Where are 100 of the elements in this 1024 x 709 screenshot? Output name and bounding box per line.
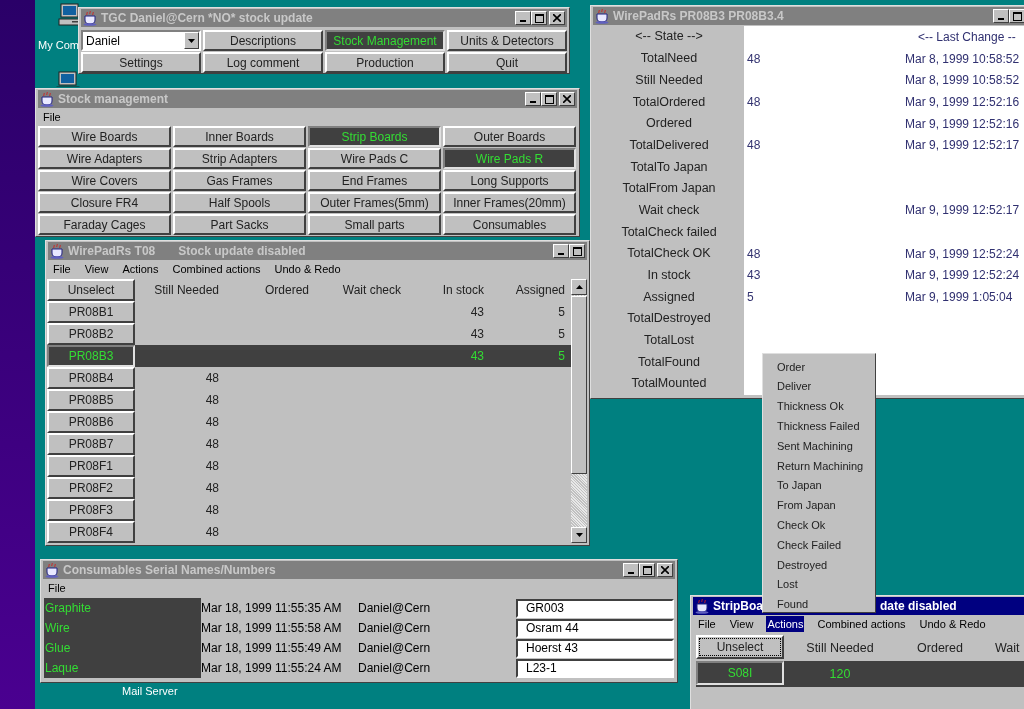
toolbar-button[interactable]: Closure FR4 — [38, 192, 171, 213]
toolbar-button[interactable]: Inner Boards — [173, 126, 306, 147]
toolbar-button[interactable]: Wire Pads C — [308, 148, 441, 169]
toolbar-button[interactable]: Faraday Cages — [38, 214, 171, 235]
toolbar-button[interactable]: Long Supports — [443, 170, 576, 191]
menu-item[interactable]: Actions — [121, 260, 160, 278]
menu-item[interactable]: Sent Machining — [763, 436, 875, 456]
dropdown-button[interactable] — [184, 32, 199, 49]
toolbar-button[interactable]: Production — [325, 52, 445, 73]
selected-row[interactable]: PR08B3 43 5 — [47, 345, 571, 367]
unselect-button[interactable]: Unselect — [47, 279, 135, 301]
row-button[interactable]: PR08B1 — [47, 301, 135, 323]
minimize-button[interactable] — [553, 244, 569, 258]
maximize-button[interactable] — [531, 11, 547, 25]
menu-item[interactable]: Combined actions — [816, 615, 907, 633]
toolbar-button[interactable]: Strip Boards — [308, 126, 441, 147]
row-button[interactable]: S08I — [696, 661, 784, 685]
toolbar-button[interactable]: Quit — [447, 52, 567, 73]
minimize-button[interactable] — [525, 92, 541, 106]
close-button[interactable] — [657, 563, 673, 577]
toolbar-button[interactable]: End Frames — [308, 170, 441, 191]
menu-item[interactable]: Destroyed — [763, 554, 875, 575]
row-button[interactable]: PR08B7 — [47, 433, 135, 455]
scrollbar-thumb[interactable] — [571, 296, 587, 474]
row-button[interactable]: PR08F2 — [47, 477, 135, 499]
row-button[interactable]: PR08B2 — [47, 323, 135, 345]
menu-item[interactable]: Thickness Ok — [763, 396, 875, 417]
row-button[interactable]: PR08B3 — [47, 345, 135, 367]
toolbar-button[interactable]: Wire Covers — [38, 170, 171, 191]
unselect-button[interactable]: Unselect — [696, 635, 784, 659]
menu-item[interactable]: Order — [763, 357, 875, 377]
toolbar-button[interactable]: Consumables — [443, 214, 576, 235]
toolbar-button[interactable]: Descriptions — [203, 30, 323, 51]
toolbar-button[interactable]: Small parts — [308, 214, 441, 235]
row-button[interactable]: PR08B6 — [47, 411, 135, 433]
scroll-up-button[interactable] — [571, 279, 587, 295]
menu-item[interactable]: Actions — [766, 615, 805, 633]
toolbar-button[interactable]: Wire Boards — [38, 126, 171, 147]
toolbar-button[interactable]: Wire Pads R — [443, 148, 576, 169]
maximize-icon — [534, 13, 544, 23]
menu-item[interactable]: File — [42, 108, 62, 126]
toolbar-button[interactable]: Wire Adapters — [38, 148, 171, 169]
serial-field[interactable]: Osram 44 — [516, 618, 674, 638]
menu-item[interactable]: Undo & Redo — [918, 615, 987, 633]
menu-item[interactable]: Found — [763, 594, 875, 615]
toolbar-button[interactable]: Part Sacks — [173, 214, 306, 235]
menu-item[interactable]: Return Machining — [763, 456, 875, 476]
menu-item[interactable]: From Japan — [763, 495, 875, 516]
user-dropdown[interactable]: Daniel — [81, 30, 201, 51]
row-button[interactable]: PR08F4 — [47, 521, 135, 543]
toolbar-button[interactable]: Units & Detectors — [447, 30, 567, 51]
menu-item[interactable]: To Japan — [763, 475, 875, 496]
menu-item[interactable]: Check Failed — [763, 535, 875, 555]
minimize-button[interactable] — [623, 563, 639, 577]
menu-item[interactable]: Lost — [763, 574, 875, 595]
window-title: date disabled — [880, 598, 957, 615]
row-button[interactable]: PR08B5 — [47, 389, 135, 411]
menu-item[interactable]: File — [52, 260, 72, 278]
minimize-button[interactable] — [515, 11, 531, 25]
close-button[interactable] — [559, 92, 575, 106]
toolbar-button[interactable]: Strip Adapters — [173, 148, 306, 169]
table-cell-text: 5 — [557, 304, 566, 321]
row-button[interactable]: PR08F3 — [47, 499, 135, 521]
user-text: Daniel@Cern — [358, 640, 432, 657]
menu-item[interactable]: Thickness Failed — [763, 416, 875, 437]
menu-item[interactable]: View — [728, 615, 755, 633]
toolbar-button[interactable]: Half Spools — [173, 192, 306, 213]
toolbar-button[interactable]: Settings — [81, 52, 201, 73]
serial-field[interactable]: GR003 — [516, 598, 674, 618]
toolbar-button[interactable]: Outer Frames(5mm) — [308, 192, 441, 213]
toolbar-button[interactable]: Gas Frames — [173, 170, 306, 191]
scrollbar[interactable] — [571, 279, 587, 543]
menu-item[interactable]: Undo & Redo — [273, 260, 342, 278]
toolbar-button[interactable]: Outer Boards — [443, 126, 576, 147]
toolbar-button[interactable]: Log comment — [203, 52, 323, 73]
selected-row[interactable]: S08I 120 — [696, 661, 1024, 687]
menu-item[interactable]: File — [697, 615, 717, 633]
window-title: WirePadRs PR08B3 PR08B3.4 — [613, 8, 784, 25]
minimize-button[interactable] — [993, 9, 1009, 23]
change-time: Mar 9, 1999 12:52:16 — [905, 93, 1021, 111]
close-button[interactable] — [549, 11, 565, 25]
menu-item[interactable]: Deliver — [763, 376, 875, 397]
serial-field[interactable]: L23-1 — [516, 658, 674, 678]
menu-item[interactable]: View — [83, 260, 110, 278]
maximize-button[interactable] — [639, 563, 655, 577]
maximize-button[interactable] — [1009, 9, 1024, 23]
scroll-down-button[interactable] — [571, 527, 587, 543]
toolbar-button[interactable]: Inner Frames(20mm) — [443, 192, 576, 213]
window-title: Stock update disabled — [178, 243, 306, 260]
serial-field[interactable]: Hoerst 43 — [516, 638, 674, 658]
toolbar-button[interactable]: Stock Management — [325, 30, 445, 51]
maximize-button[interactable] — [541, 92, 557, 106]
menu-item[interactable]: Check Ok — [763, 515, 875, 536]
icon-label[interactable]: Mail Server — [122, 683, 178, 700]
menu-item[interactable]: Combined actions — [171, 260, 262, 278]
menu-item[interactable]: File — [47, 579, 67, 597]
row-button[interactable]: PR08F1 — [47, 455, 135, 477]
maximize-button[interactable] — [569, 244, 585, 258]
icon-label[interactable]: My Com — [38, 37, 79, 54]
row-button[interactable]: PR08B4 — [47, 367, 135, 389]
